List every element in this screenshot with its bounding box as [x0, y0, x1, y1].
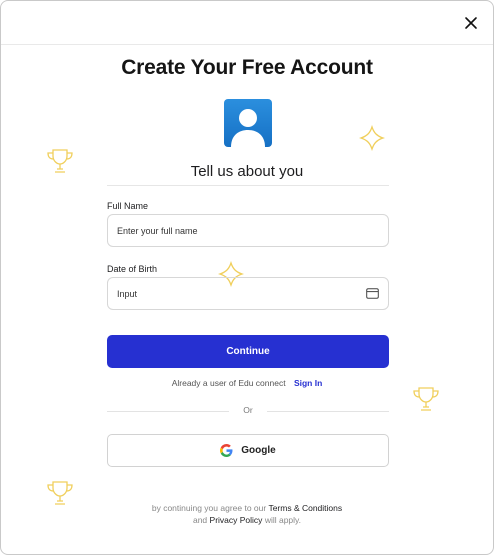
privacy-policy-link[interactable]: Privacy Policy: [210, 515, 263, 525]
page-title: Create Your Free Account: [121, 56, 373, 79]
dob-input[interactable]: Input: [107, 277, 389, 310]
google-icon: [220, 444, 233, 457]
section-subtitle: Tell us about you: [190, 163, 304, 180]
modal-header: [1, 1, 493, 45]
full-name-input[interactable]: [107, 214, 389, 247]
dob-value: Input: [117, 289, 138, 299]
google-label: Google: [241, 445, 276, 456]
already-user-text: Already a user of Edu connect: [171, 378, 286, 388]
close-icon[interactable]: [463, 15, 479, 31]
sign-in-prompt: Already a user of Edu connect Sign In: [1, 378, 493, 388]
apply-text: will apply.: [264, 515, 302, 525]
privacy-line: and Privacy Policy will apply.: [1, 515, 493, 525]
google-signin-button[interactable]: Google: [107, 434, 389, 467]
divider: [107, 185, 389, 186]
signup-modal: Create Your Free Account Tell us about y…: [0, 0, 494, 555]
terms-prefix: by continuing you agree to our: [151, 503, 267, 513]
calendar-icon[interactable]: [366, 288, 379, 299]
sparkle-doodle-icon: [359, 125, 385, 151]
or-divider: Or: [107, 405, 389, 417]
trophy-doodle-icon-2: [413, 387, 439, 411]
and-text: and: [192, 515, 208, 525]
user-avatar-icon: [231, 109, 265, 147]
dob-label: Date of Birth: [107, 264, 158, 274]
sign-in-link[interactable]: Sign In: [294, 378, 322, 388]
terms-link[interactable]: Terms & Conditions: [268, 503, 342, 513]
continue-button[interactable]: Continue: [107, 335, 389, 368]
divider-line-right: [267, 411, 389, 412]
terms-line: by continuing you agree to our Terms & C…: [1, 503, 493, 513]
avatar: [224, 99, 272, 147]
or-text: Or: [243, 405, 253, 415]
full-name-label: Full Name: [107, 201, 149, 211]
